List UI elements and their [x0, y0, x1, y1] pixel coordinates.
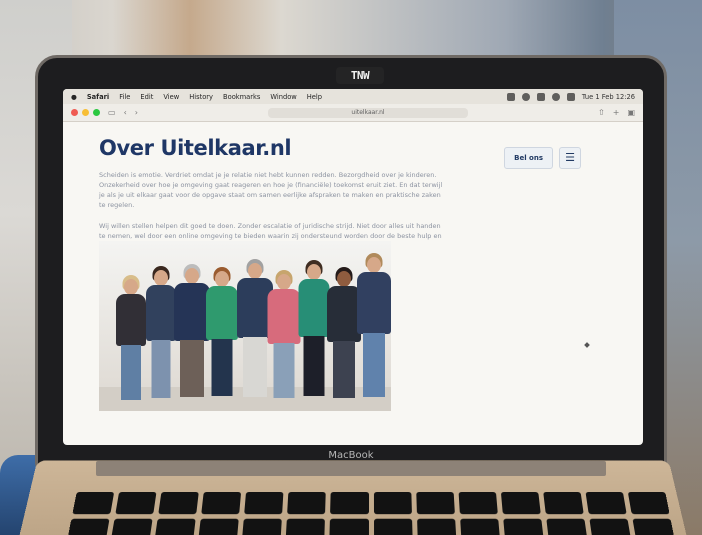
- status-icon[interactable]: [536, 92, 545, 101]
- keyboard-key[interactable]: [110, 518, 153, 535]
- keyboard-key[interactable]: [589, 518, 632, 535]
- share-icon[interactable]: ⇧: [598, 108, 605, 117]
- menu-bookmarks[interactable]: Bookmarks: [223, 93, 260, 101]
- keyboard-key[interactable]: [500, 491, 541, 514]
- keyboard-key[interactable]: [458, 491, 498, 514]
- team-member-figure: [355, 245, 391, 405]
- keyboard-key[interactable]: [67, 518, 110, 535]
- laptop-hinge: [96, 461, 606, 476]
- website-page: Over Uitelkaar.nl Bel ons ☰ Scheiden is …: [63, 122, 643, 445]
- sidebar-icon[interactable]: ▭: [108, 108, 116, 117]
- keyboard-key[interactable]: [158, 491, 200, 514]
- keyboard-key[interactable]: [502, 518, 544, 535]
- back-icon[interactable]: ‹: [124, 108, 127, 117]
- address-bar[interactable]: uitelkaar.nl: [268, 107, 468, 118]
- keyboard-key[interactable]: [198, 518, 240, 535]
- status-icon[interactable]: [521, 92, 530, 101]
- menu-view[interactable]: View: [163, 93, 179, 101]
- minimize-window-icon[interactable]: [82, 109, 89, 116]
- keyboard-key[interactable]: [416, 518, 457, 535]
- keyboard-key[interactable]: [627, 491, 670, 514]
- close-window-icon[interactable]: [71, 109, 78, 116]
- forward-icon[interactable]: ›: [135, 108, 138, 117]
- keyboard-key[interactable]: [329, 518, 369, 535]
- keyboard-key[interactable]: [242, 518, 283, 535]
- address-bar-container: uitelkaar.nl: [146, 107, 590, 118]
- header-actions: Bel ons ☰: [504, 147, 581, 169]
- clock[interactable]: Tue 1 Feb 12:26: [582, 93, 635, 101]
- wifi-icon[interactable]: [566, 92, 575, 101]
- keyboard-key[interactable]: [546, 518, 588, 535]
- fullscreen-window-icon[interactable]: [93, 109, 100, 116]
- window-controls: [71, 109, 100, 116]
- menu-edit[interactable]: Edit: [140, 93, 153, 101]
- intro-paragraph: Scheiden is emotie. Verdriet omdat je je…: [99, 171, 443, 209]
- camera-brand-label: TNW: [336, 67, 384, 84]
- plus-icon[interactable]: +: [613, 108, 620, 117]
- app-menu[interactable]: Safari: [87, 93, 109, 101]
- keyboard-key[interactable]: [154, 518, 196, 535]
- menu-icon[interactable]: ☰: [559, 147, 581, 169]
- keyboard-key[interactable]: [285, 518, 326, 535]
- laptop-lid: TNW ● Safari File Edit View History Book…: [35, 55, 667, 471]
- keyboard-key[interactable]: [373, 518, 413, 535]
- menu-history[interactable]: History: [189, 93, 213, 101]
- keyboard-key[interactable]: [115, 491, 157, 514]
- macbook-label: MacBook: [328, 450, 374, 461]
- keyboard-key[interactable]: [632, 518, 675, 535]
- browser-toolbar: ▭ ‹ › uitelkaar.nl ⇧ + ▣: [63, 104, 643, 122]
- menu-help[interactable]: Help: [307, 93, 322, 101]
- keyboard-key[interactable]: [201, 491, 242, 514]
- call-button[interactable]: Bel ons: [504, 147, 553, 169]
- status-icon[interactable]: [506, 92, 515, 101]
- keyboard-key[interactable]: [459, 518, 500, 535]
- macos-menubar: ● Safari File Edit View History Bookmark…: [63, 89, 643, 104]
- status-icon[interactable]: [551, 92, 560, 101]
- keyboard-key[interactable]: [415, 491, 455, 514]
- photo-scene: TNW ● Safari File Edit View History Book…: [0, 0, 702, 535]
- tabs-icon[interactable]: ▣: [627, 108, 635, 117]
- team-member-figure: [114, 255, 148, 405]
- keyboard-key[interactable]: [585, 491, 627, 514]
- team-photo: [99, 241, 391, 411]
- keyboard-key[interactable]: [287, 491, 327, 514]
- menu-file[interactable]: File: [119, 93, 130, 101]
- keyboard-key[interactable]: [72, 491, 115, 514]
- keyboard-key[interactable]: [244, 491, 284, 514]
- mouse-cursor-icon: [584, 342, 590, 348]
- menu-window[interactable]: Window: [270, 93, 296, 101]
- laptop-screen: ● Safari File Edit View History Bookmark…: [63, 89, 643, 445]
- keyboard-key[interactable]: [542, 491, 584, 514]
- apple-logo-icon[interactable]: ●: [71, 93, 77, 101]
- keyboard: [67, 491, 675, 535]
- keyboard-key[interactable]: [330, 491, 369, 514]
- keyboard-key[interactable]: [373, 491, 412, 514]
